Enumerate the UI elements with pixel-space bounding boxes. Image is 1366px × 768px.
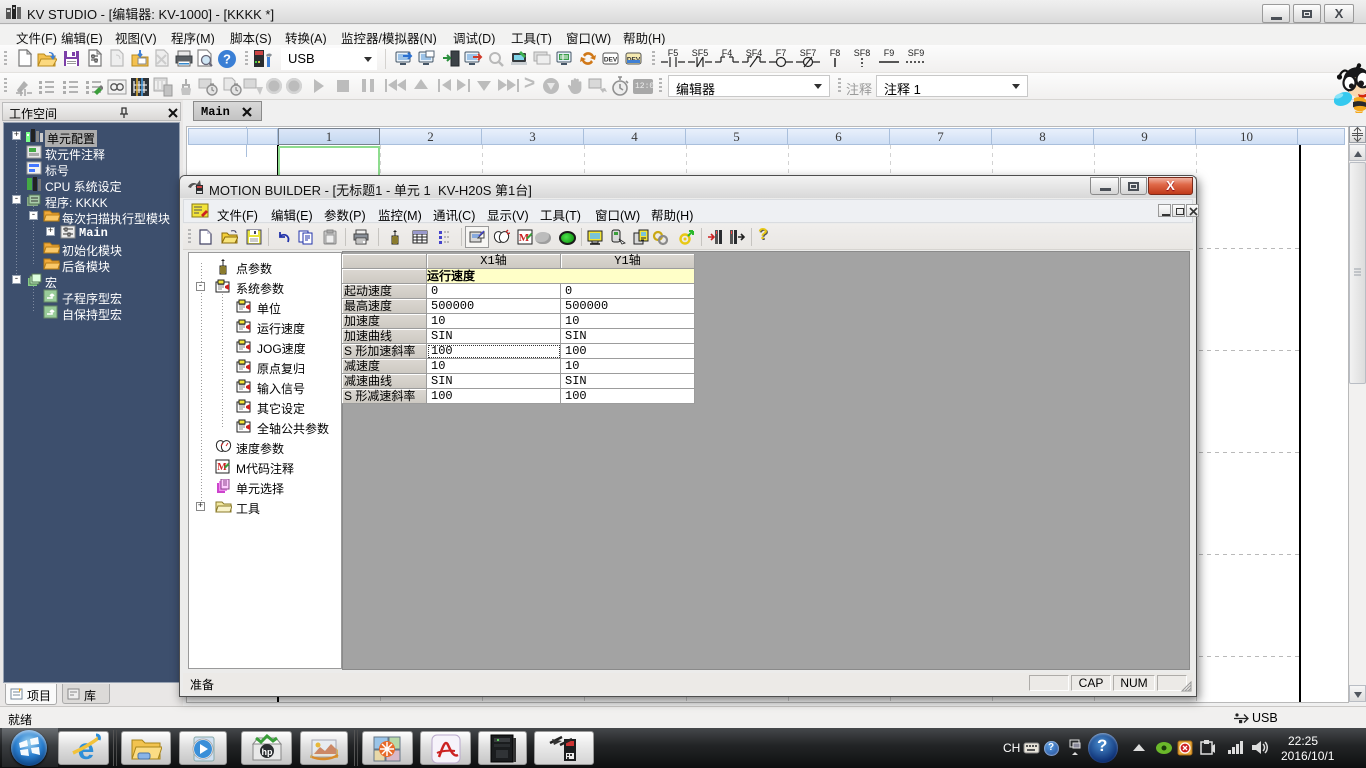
- svg-text:F7: F7: [776, 48, 787, 58]
- svg-text:hp: hp: [262, 747, 273, 757]
- svg-text:SF7: SF7: [800, 48, 817, 58]
- svg-text:SF8: SF8: [854, 48, 871, 58]
- svg-text:?: ?: [223, 52, 231, 67]
- svg-text:SF9: SF9: [908, 48, 925, 58]
- svg-text:F8: F8: [830, 48, 841, 58]
- svg-text:DEV: DEV: [604, 57, 618, 64]
- svg-text:F5: F5: [668, 48, 679, 58]
- svg-text:F9: F9: [884, 48, 895, 58]
- svg-text:SF5: SF5: [692, 48, 709, 58]
